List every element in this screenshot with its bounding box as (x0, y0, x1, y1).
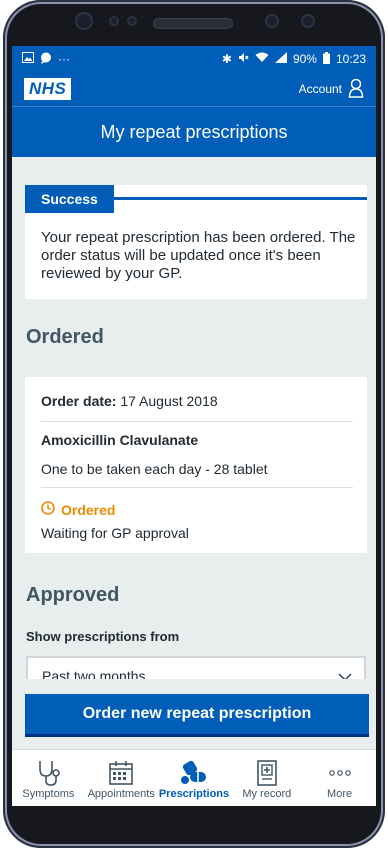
order-date: Order date: 17 August 2018 (41, 393, 218, 409)
tab-prescriptions-label: Prescriptions (158, 788, 230, 800)
success-message: Your repeat prescription has been ordere… (41, 229, 356, 282)
page-title: My repeat prescriptions (12, 106, 376, 157)
success-banner: Success Your repeat prescription has bee… (25, 185, 367, 299)
tab-symptoms[interactable]: Symptoms (12, 750, 85, 806)
tab-appointments-label: Appointments (87, 788, 155, 800)
app-header: NHS Account (12, 72, 376, 106)
approved-heading: Approved (26, 584, 120, 606)
divider (41, 421, 353, 422)
tab-prescriptions[interactable]: Prescriptions (158, 750, 231, 806)
filter-label: Show prescriptions from (26, 629, 180, 644)
tab-appointments[interactable]: Appointments (85, 750, 158, 806)
drug-name: Amoxicillin Clavulanate (41, 432, 199, 448)
more-notifications-icon: ··· (58, 52, 70, 66)
signal-icon (274, 52, 287, 66)
wifi-icon (255, 52, 269, 66)
main-content: Success Your repeat prescription has bee… (12, 156, 376, 806)
success-label: Success (25, 185, 114, 213)
order-card[interactable]: Order date: 17 August 2018 Amoxicillin C… (25, 377, 367, 553)
order-status: Ordered (41, 501, 115, 518)
medical-record-icon (254, 758, 280, 788)
order-button-area: Order new repeat prescription (12, 679, 376, 749)
tab-symptoms-label: Symptoms (22, 788, 75, 800)
phone-top-bezel (3, 0, 385, 46)
tab-more[interactable]: More (303, 750, 376, 806)
bluetooth-icon: ✱ (221, 52, 232, 66)
app-screen: ··· ✱ 90% 10:23 NHS Account My repeat pr… (12, 46, 376, 806)
chat-notification-icon (40, 52, 52, 67)
order-date-value: 17 August 2018 (120, 393, 218, 409)
earpiece-speaker (153, 18, 233, 29)
account-label: Account (298, 82, 342, 96)
more-icon (328, 758, 351, 788)
order-new-prescription-button[interactable]: Order new repeat prescription (25, 694, 369, 734)
ordered-heading: Ordered (26, 326, 104, 348)
battery-icon (322, 51, 330, 67)
order-status-label: Ordered (61, 501, 116, 518)
tab-more-label: More (327, 788, 353, 800)
drug-dosage: One to be taken each day - 28 tablet (41, 461, 268, 477)
order-status-detail: Waiting for GP approval (41, 525, 189, 541)
mute-icon (238, 52, 249, 66)
nhs-logo: NHS (24, 78, 72, 100)
battery-percent: 90% (292, 52, 317, 66)
person-icon (348, 78, 364, 101)
success-underline (105, 197, 367, 200)
order-date-label: Order date: (41, 393, 117, 409)
stethoscope-icon (35, 758, 61, 788)
calendar-icon (108, 758, 134, 788)
divider (41, 487, 353, 488)
sensor-icon (127, 16, 137, 26)
proximity-sensor-icon (265, 14, 279, 28)
clock-icon (41, 501, 55, 518)
tab-my-record[interactable]: My record (230, 750, 303, 806)
sensor-icon (109, 16, 119, 26)
account-link[interactable]: Account (299, 78, 364, 101)
pills-icon (179, 758, 209, 788)
gallery-notification-icon (22, 52, 34, 66)
phone-frame: ··· ✱ 90% 10:23 NHS Account My repeat pr… (3, 0, 385, 848)
iris-scanner-icon (301, 14, 315, 28)
phone-bottom-bezel (3, 806, 385, 848)
bottom-tab-bar: Symptoms Appointments Prescriptions My r… (12, 749, 376, 806)
tab-my-record-label: My record (242, 788, 292, 800)
status-bar: ··· ✱ 90% 10:23 (12, 46, 376, 72)
front-camera-icon (75, 12, 93, 30)
clock: 10:23 (335, 52, 366, 66)
